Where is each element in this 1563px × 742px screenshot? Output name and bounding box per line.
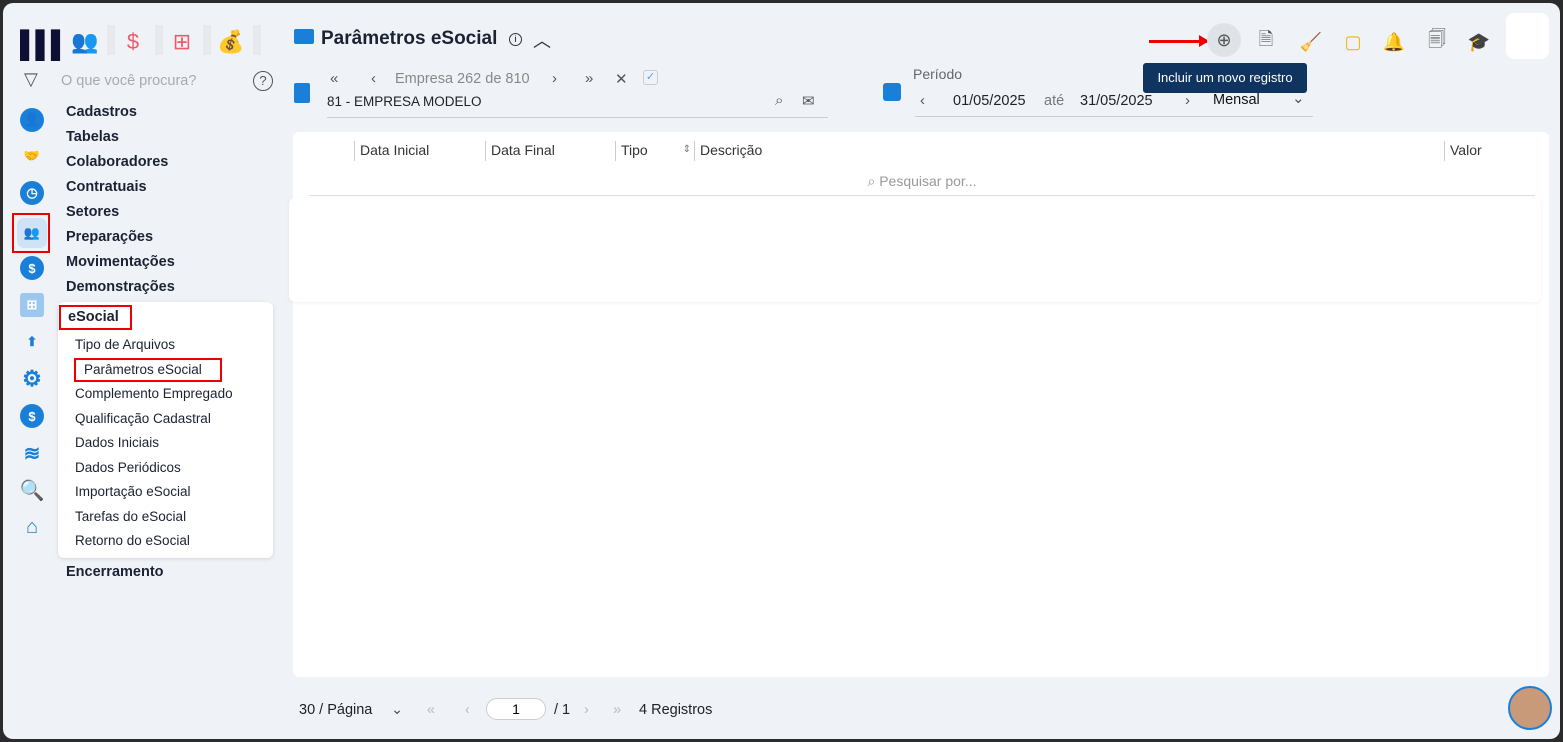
search-menu-input[interactable]: O que você procura? xyxy=(61,73,196,89)
user-settings-icon[interactable]: 👤 xyxy=(20,108,44,132)
people-module-icon[interactable]: 👥 xyxy=(70,27,100,57)
submenu-tipo-arquivos[interactable]: Tipo de Arquivos xyxy=(75,337,175,352)
calendar-icon xyxy=(883,83,901,101)
next-page-button[interactable]: › xyxy=(584,702,589,718)
submenu-complemento[interactable]: Complemento Empregado xyxy=(75,386,233,401)
menu-contratuais[interactable]: Contratuais xyxy=(66,179,147,195)
clock-icon[interactable]: ◷ xyxy=(20,181,44,205)
submenu-parametros-esocial[interactable]: Parâmetros eSocial xyxy=(84,362,202,377)
col-data-final[interactable]: Data Final xyxy=(485,141,555,161)
collapse-chevron-icon[interactable]: ︿ xyxy=(533,27,551,53)
menu-preparacoes[interactable]: Preparações xyxy=(66,229,153,245)
next-company-button[interactable]: › xyxy=(552,70,557,87)
date-from[interactable]: 01/05/2025 xyxy=(953,93,1026,109)
tooltip: Incluir um novo registro xyxy=(1143,63,1307,93)
clear-icon[interactable]: ✕ xyxy=(615,70,628,88)
prev-page-button[interactable]: ‹ xyxy=(465,702,470,718)
date-to[interactable]: 31/05/2025 xyxy=(1080,93,1153,109)
calculator-icon[interactable]: ⊞ xyxy=(20,293,44,317)
calculator-module-icon[interactable]: ⊞ xyxy=(167,27,197,57)
menu-tabelas[interactable]: Tabelas xyxy=(66,129,119,145)
col-valor[interactable]: Valor xyxy=(1444,141,1482,161)
layers-icon[interactable]: ≋ xyxy=(20,441,44,465)
prev-company-button[interactable]: ‹ xyxy=(371,70,376,87)
logo: ▌▌▌ xyxy=(20,29,69,59)
menu-setores[interactable]: Setores xyxy=(66,204,119,220)
first-page-button[interactable]: « xyxy=(427,702,435,718)
report-search-icon[interactable]: 🗐 xyxy=(1424,29,1450,55)
period-label: Período xyxy=(913,66,963,82)
document-icon[interactable]: 🗎 xyxy=(1253,29,1279,55)
monitor-icon xyxy=(294,29,314,44)
sort-icon[interactable]: ⇕ xyxy=(683,141,691,159)
company-field[interactable]: 81 - EMPRESA MODELO xyxy=(327,94,828,118)
people-icon[interactable]: 👥 xyxy=(17,218,47,248)
dollar-icon[interactable]: $ xyxy=(20,256,44,280)
add-record-button[interactable]: ⊕ xyxy=(1207,23,1241,57)
handshake-icon[interactable]: 🤝 xyxy=(20,144,44,168)
broom-icon[interactable]: 🧹 xyxy=(1298,29,1324,55)
bell-icon[interactable]: 🔔 xyxy=(1381,29,1407,55)
note-icon[interactable]: ▢ xyxy=(1340,29,1366,55)
page-value: 1 xyxy=(512,701,520,717)
assistant-avatar[interactable] xyxy=(1508,686,1552,730)
tooltip-text: Incluir um novo registro xyxy=(1157,70,1293,85)
submenu-dados-periodicos[interactable]: Dados Periódicos xyxy=(75,460,181,475)
last-company-button[interactable]: » xyxy=(585,70,593,87)
table-search-placeholder: Pesquisar por... xyxy=(879,173,977,189)
submenu-importacao[interactable]: Importação eSocial xyxy=(75,484,191,499)
gear-icon[interactable]: ⚙ xyxy=(20,366,44,391)
help-icon[interactable]: ? xyxy=(253,71,273,91)
page-input[interactable]: 1 xyxy=(486,698,546,720)
info-icon[interactable]: i xyxy=(509,33,522,46)
avatar-placeholder[interactable] xyxy=(1506,13,1549,59)
first-company-button[interactable]: « xyxy=(330,70,338,87)
col-descricao[interactable]: Descrição xyxy=(694,141,762,161)
menu-esocial[interactable]: eSocial xyxy=(68,309,119,325)
search-company-icon[interactable]: ⌕ xyxy=(775,92,783,109)
menu-colaboradores[interactable]: Colaboradores xyxy=(66,154,168,170)
page-title: Parâmetros eSocial xyxy=(321,28,498,49)
mail-icon[interactable]: ✉ xyxy=(802,92,815,110)
dollar-module-icon[interactable]: $ xyxy=(118,27,148,57)
home-icon[interactable]: ⌂ xyxy=(20,515,44,539)
prev-period-button[interactable]: ‹ xyxy=(920,92,925,109)
per-page-chevron-icon[interactable]: ⌄ xyxy=(391,702,403,718)
table-search[interactable]: ⌕ Pesquisar por... xyxy=(309,168,1535,196)
company-counter: Empresa 262 de 810 xyxy=(395,71,530,87)
submenu-dados-iniciais[interactable]: Dados Iniciais xyxy=(75,435,159,450)
next-period-button[interactable]: › xyxy=(1185,92,1190,109)
ate-label: até xyxy=(1044,93,1065,109)
menu-demonstracoes[interactable]: Demonstrações xyxy=(66,279,175,295)
period-type-select[interactable]: Mensal xyxy=(1213,92,1260,108)
menu-encerramento[interactable]: Encerramento xyxy=(66,564,164,580)
money-bag-icon[interactable]: 💰 xyxy=(216,27,246,57)
empty-row-area xyxy=(289,198,1541,302)
menu-movimentacoes[interactable]: Movimentações xyxy=(66,254,175,270)
money-bag-icon[interactable]: $ xyxy=(20,404,44,428)
filter-icon[interactable]: ▽ xyxy=(24,69,38,90)
graduation-cap-icon[interactable]: 🎓 xyxy=(1466,29,1492,55)
total-pages: / 1 xyxy=(554,702,571,718)
submenu-retorno[interactable]: Retorno do eSocial xyxy=(75,533,190,548)
submenu-qualificacao[interactable]: Qualificação Cadastral xyxy=(75,411,211,426)
per-page-select[interactable]: 30 / Página xyxy=(299,702,372,718)
last-page-button[interactable]: » xyxy=(613,702,621,718)
submenu-tarefas[interactable]: Tarefas do eSocial xyxy=(75,509,186,524)
search-icon[interactable]: 🔍 xyxy=(20,478,45,502)
arrow-up-percent-icon[interactable]: ⬆ xyxy=(20,330,44,354)
col-tipo-label: Tipo xyxy=(621,142,648,158)
company-checkbox[interactable]: ✓ xyxy=(643,70,658,85)
building-icon xyxy=(294,83,310,103)
app-window: ▌▌▌ 👥 $ ⊞ 💰 ▽ O que você procura? ? 👤 🤝 … xyxy=(3,3,1560,739)
records-count: 4 Registros xyxy=(639,702,713,718)
menu-cadastros[interactable]: Cadastros xyxy=(66,104,137,120)
col-tipo[interactable]: Tipo ⇕ xyxy=(615,141,693,161)
col-data-inicial[interactable]: Data Inicial xyxy=(354,141,429,161)
